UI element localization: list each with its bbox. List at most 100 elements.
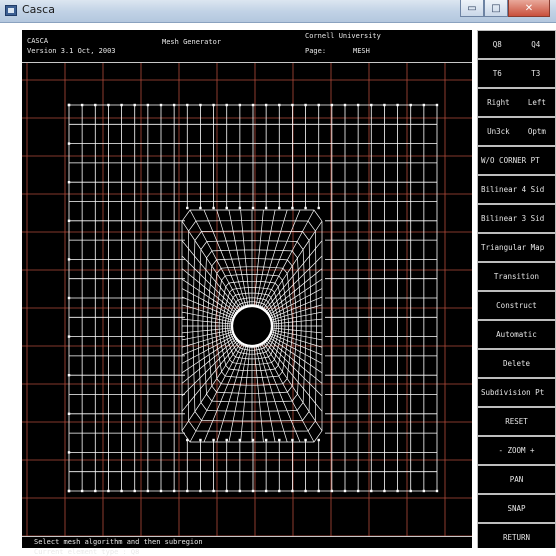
mesh-node <box>133 103 136 107</box>
mesh-node <box>291 206 294 210</box>
right-button[interactable]: Right <box>487 98 510 107</box>
message-line-1: Select mesh algorithm and then subregion <box>34 538 203 546</box>
t6-button[interactable]: T6 <box>493 69 502 78</box>
element-t6-t3-row: T6 T3 <box>477 59 556 88</box>
mesh-node <box>146 103 150 107</box>
version-label: Version 3.1 Oct, 2003 <box>27 47 116 55</box>
mesh-node <box>199 438 202 442</box>
mesh-node <box>251 206 255 210</box>
reset-button[interactable]: RESET <box>477 407 556 436</box>
mesh-node <box>383 489 386 493</box>
automatic-button[interactable]: Automatic <box>477 320 556 349</box>
return-button[interactable]: RETURN <box>477 523 556 548</box>
mesh-node <box>67 181 71 184</box>
mesh-node <box>343 103 347 107</box>
mesh-node <box>409 103 412 107</box>
unjck-button[interactable]: Un3ck <box>487 127 510 136</box>
mesh-node <box>159 103 163 107</box>
mesh-node <box>159 489 163 493</box>
delete-button[interactable]: Delete <box>477 349 556 378</box>
mesh-node <box>356 489 360 493</box>
mesh-node <box>80 489 84 493</box>
main-view: CASCA Version 3.1 Oct, 2003 Mesh Generat… <box>22 30 472 556</box>
mesh-node <box>67 412 71 415</box>
mesh-node <box>67 374 71 377</box>
bilinear-3-sided-button[interactable]: Bilinear 3 Sid <box>477 204 556 233</box>
mesh-node <box>278 489 281 493</box>
mesh-node <box>264 206 268 210</box>
triangular-map-button[interactable]: Triangular Map <box>477 233 556 262</box>
mesh-node <box>251 103 255 107</box>
pan-button[interactable]: PAN <box>477 465 556 494</box>
mesh-node <box>370 103 373 107</box>
subdivision-pt-button[interactable]: Subdivision Pt <box>477 378 556 407</box>
mesh-node <box>67 258 71 261</box>
transition-button[interactable]: Transition <box>477 262 556 291</box>
zoom-button[interactable]: - ZOOM + <box>477 436 556 465</box>
mesh-node <box>304 103 307 107</box>
mesh-node <box>146 489 150 493</box>
left-button[interactable]: Left <box>528 98 546 107</box>
mesh-node <box>304 438 307 442</box>
mesh-node <box>330 489 334 493</box>
window-title: Casca <box>22 3 55 16</box>
mesh-canvas[interactable] <box>22 63 472 536</box>
wo-corner-pt-button[interactable]: W/O CORNER PT <box>477 146 556 175</box>
mesh-node <box>212 103 215 107</box>
bilinear-4-sided-button[interactable]: Bilinear 4 Sid <box>477 175 556 204</box>
construct-button[interactable]: Construct <box>477 291 556 320</box>
mesh-node <box>396 103 399 107</box>
mesh-node <box>264 489 268 493</box>
mesh-node <box>120 489 123 493</box>
mesh-node <box>264 103 268 107</box>
q8-button[interactable]: Q8 <box>493 40 502 49</box>
window-controls: ▭ □ ✕ <box>460 0 550 18</box>
mesh-node <box>67 142 71 145</box>
mesh-node <box>317 489 320 493</box>
mesh-node <box>67 219 71 222</box>
mesh-node <box>422 489 426 493</box>
mesh-node <box>212 489 215 493</box>
mesh-node <box>212 438 215 442</box>
mesh-node <box>94 103 97 107</box>
mesh-node <box>199 103 202 107</box>
mesh-node <box>435 489 439 493</box>
command-panel: Q8 Q4 T6 T3 Right Left Un3ck Optm W/O CO… <box>477 30 556 548</box>
mesh-node <box>317 103 320 107</box>
module-title: Mesh Generator <box>162 38 222 46</box>
optm-button[interactable]: Optm <box>528 127 546 136</box>
t3-button[interactable]: T3 <box>531 69 540 78</box>
mesh-node <box>343 489 347 493</box>
mesh-node <box>225 103 228 107</box>
mesh-node <box>383 103 386 107</box>
message-area: Select mesh algorithm and then subregion… <box>22 536 472 556</box>
snap-button[interactable]: SNAP <box>477 494 556 523</box>
mesh-node <box>304 206 307 210</box>
page-label: Page: <box>305 47 327 55</box>
mesh-node <box>330 103 334 107</box>
finite-element-mesh <box>67 103 439 493</box>
mesh-node <box>370 489 373 493</box>
mesh-node <box>172 489 176 493</box>
mesh-node <box>212 206 215 210</box>
mesh-node <box>133 489 136 493</box>
q4-button[interactable]: Q4 <box>531 40 540 49</box>
mesh-node <box>225 489 228 493</box>
mesh-node <box>238 489 242 493</box>
close-icon: ✕ <box>524 2 534 14</box>
mesh-node <box>67 103 71 107</box>
close-button[interactable]: ✕ <box>508 0 550 17</box>
smoothing-row: Un3ck Optm <box>477 117 556 146</box>
maximize-button[interactable]: □ <box>484 0 508 17</box>
mesh-node <box>67 335 71 338</box>
window-titlebar[interactable]: Casca ▭ □ ✕ <box>0 0 556 23</box>
message-line-2: Current element type : Q8 <box>34 548 140 556</box>
mesh-node <box>264 438 268 442</box>
mesh-node <box>186 103 189 107</box>
mesh-node <box>67 296 71 300</box>
minimize-button[interactable]: ▭ <box>460 0 484 17</box>
mesh-node <box>238 206 242 210</box>
mesh-node <box>238 103 242 107</box>
mesh-node <box>251 489 255 493</box>
mesh-node <box>107 489 110 493</box>
